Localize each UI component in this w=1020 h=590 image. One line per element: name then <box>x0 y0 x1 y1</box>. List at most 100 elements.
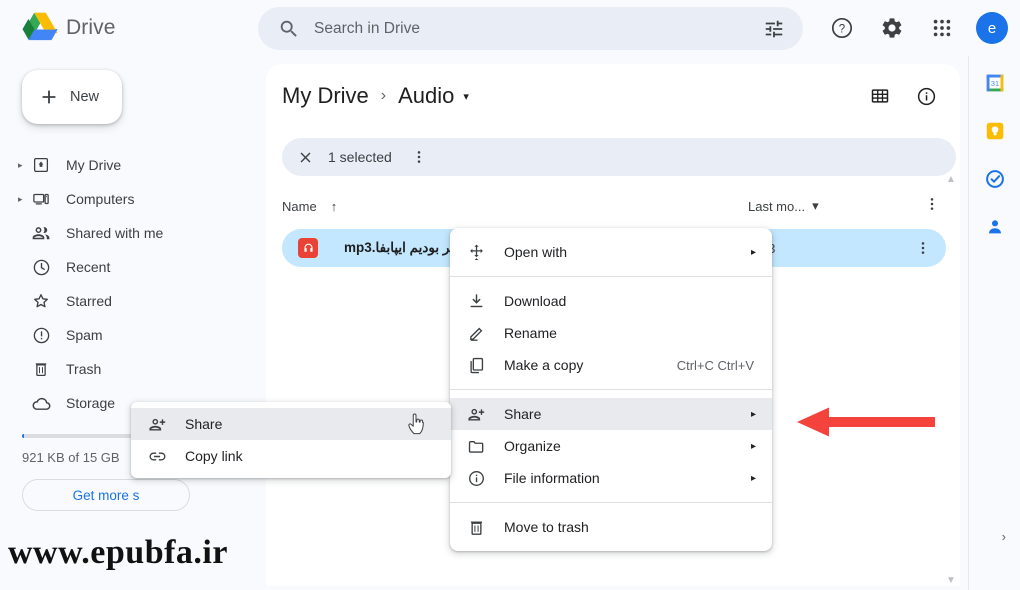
grid-view-button[interactable] <box>860 76 900 116</box>
drive-logo-icon <box>22 12 58 41</box>
submenu-item-share[interactable]: Share <box>131 408 451 440</box>
open-with-icon <box>466 242 486 262</box>
more-vert-icon <box>417 151 421 163</box>
svg-text:31: 31 <box>990 79 998 88</box>
submenu-item-label: Share <box>185 416 223 432</box>
menu-item-label: Move to trash <box>504 519 589 535</box>
file-extension: .mp3 <box>344 240 376 255</box>
sidebar-item-starred[interactable]: Starred <box>0 284 240 318</box>
avatar-letter: e <box>987 19 997 37</box>
rename-icon <box>466 323 486 343</box>
new-button[interactable]: New <box>22 70 122 124</box>
avatar[interactable]: e <box>976 12 1008 44</box>
top-bar: Drive ? <box>0 0 1020 56</box>
sidebar-item-recent[interactable]: Recent <box>0 250 240 284</box>
sort-ascending-icon[interactable]: ↑ <box>331 199 338 214</box>
sidebar-nav: ▸ My Drive ▸ Computers Shared with me Re… <box>0 148 258 420</box>
row-more-button[interactable] <box>910 235 936 261</box>
menu-item-download[interactable]: Download <box>450 285 772 317</box>
clear-selection-button[interactable] <box>292 144 318 170</box>
scroll-up-icon[interactable]: ▲ <box>946 174 956 185</box>
sidebar-item-label: My Drive <box>66 157 122 173</box>
chevron-down-icon: ▾ <box>812 198 819 213</box>
breadcrumb-root[interactable]: My Drive <box>282 83 369 109</box>
scroll-down-icon[interactable]: ▼ <box>946 575 956 586</box>
sidebar-item-label: Recent <box>66 259 111 275</box>
column-header-modified[interactable]: Last mo... ▾ <box>748 198 819 214</box>
more-vert-icon <box>930 197 934 210</box>
submenu-item-copy-link[interactable]: Copy link <box>131 440 451 472</box>
google-contacts-icon[interactable] <box>984 216 1006 238</box>
side-apps-rail: 31 › <box>968 56 1020 590</box>
google-drive-window: Drive ? <box>0 0 1020 590</box>
copy-icon <box>466 355 486 375</box>
submenu-arrow-icon: ▸ <box>750 472 756 484</box>
download-icon <box>466 291 486 311</box>
menu-item-label: Share <box>504 406 542 422</box>
menu-item-organize[interactable]: Organize ▸ <box>450 430 772 462</box>
google-keep-icon[interactable] <box>984 120 1006 142</box>
info-circle-icon <box>466 468 486 488</box>
details-info-button[interactable] <box>906 76 946 116</box>
file-context-menu: Open with ▸ Download Rename Make a copy … <box>450 228 772 551</box>
clock-icon <box>30 256 52 278</box>
sidebar-item-trash[interactable]: Trash <box>0 352 240 386</box>
expand-rail-icon[interactable]: › <box>1002 529 1006 544</box>
sidebar-item-shared-with-me[interactable]: Shared with me <box>0 216 240 250</box>
sidebar-item-my-drive[interactable]: ▸ My Drive <box>0 148 240 182</box>
selection-more-button[interactable] <box>406 144 432 170</box>
info-icon <box>917 87 935 105</box>
menu-separator <box>450 502 772 503</box>
help-icon: ? <box>831 17 853 39</box>
google-tasks-icon[interactable] <box>984 168 1006 190</box>
vertical-scrollbar[interactable]: ▲ ▼ <box>944 174 958 586</box>
menu-item-label: File information <box>504 470 600 486</box>
menu-item-label: Rename <box>504 325 557 341</box>
menu-item-make-a-copy[interactable]: Make a copy Ctrl+C Ctrl+V <box>450 349 772 381</box>
submenu-arrow-icon: ▸ <box>750 246 756 258</box>
table-more-button[interactable] <box>924 196 940 217</box>
new-button-label: New <box>70 89 100 105</box>
menu-item-label: Open with <box>504 244 568 260</box>
share-submenu: Share Copy link <box>131 402 451 478</box>
trash-icon <box>30 358 52 380</box>
menu-item-move-to-trash[interactable]: Move to trash <box>450 511 772 543</box>
sidebar-item-spam[interactable]: Spam <box>0 318 240 352</box>
top-bar-actions: ? e <box>822 0 1008 56</box>
chevron-down-icon[interactable]: ▾ <box>463 90 469 103</box>
breadcrumb-current[interactable]: Audio <box>398 83 454 109</box>
menu-item-label: Make a copy <box>504 357 584 373</box>
share-person-add-icon <box>466 404 486 424</box>
search-bar[interactable] <box>258 7 803 50</box>
column-header-name[interactable]: Name <box>282 199 317 214</box>
table-header: Name ↑ Last mo... ▾ <box>282 189 956 223</box>
grid-view-icon <box>871 89 889 103</box>
breadcrumb: My Drive › Audio ▾ <box>266 64 960 128</box>
drive-brand[interactable]: Drive <box>0 12 250 44</box>
sidebar-item-label: Storage <box>66 395 116 411</box>
google-calendar-icon[interactable]: 31 <box>984 72 1006 94</box>
tune-icon[interactable] <box>763 18 785 40</box>
sidebar-item-computers[interactable]: ▸ Computers <box>0 182 240 216</box>
more-vert-icon <box>921 242 925 254</box>
search-icon <box>280 20 297 37</box>
help-button[interactable]: ? <box>822 8 862 48</box>
menu-item-rename[interactable]: Rename <box>450 317 772 349</box>
trash-icon <box>466 517 486 537</box>
submenu-arrow-icon: ▸ <box>750 440 756 452</box>
settings-button[interactable] <box>872 8 912 48</box>
computers-icon <box>30 188 52 210</box>
link-icon <box>147 446 167 466</box>
get-more-storage-button[interactable]: Get more s <box>22 479 190 511</box>
shared-with-me-icon <box>30 222 52 244</box>
selection-bar: 1 selected <box>282 138 956 176</box>
menu-item-open-with[interactable]: Open with ▸ <box>450 236 772 268</box>
menu-item-share[interactable]: Share ▸ <box>450 398 772 430</box>
search-input[interactable] <box>314 19 763 38</box>
menu-item-shortcut: Ctrl+C Ctrl+V <box>676 357 754 373</box>
menu-item-file-information[interactable]: File information ▸ <box>450 462 772 494</box>
expand-caret-icon[interactable]: ▸ <box>18 194 30 204</box>
selection-count-label: 1 selected <box>328 149 392 165</box>
expand-caret-icon[interactable]: ▸ <box>18 160 30 170</box>
google-apps-button[interactable] <box>922 8 962 48</box>
